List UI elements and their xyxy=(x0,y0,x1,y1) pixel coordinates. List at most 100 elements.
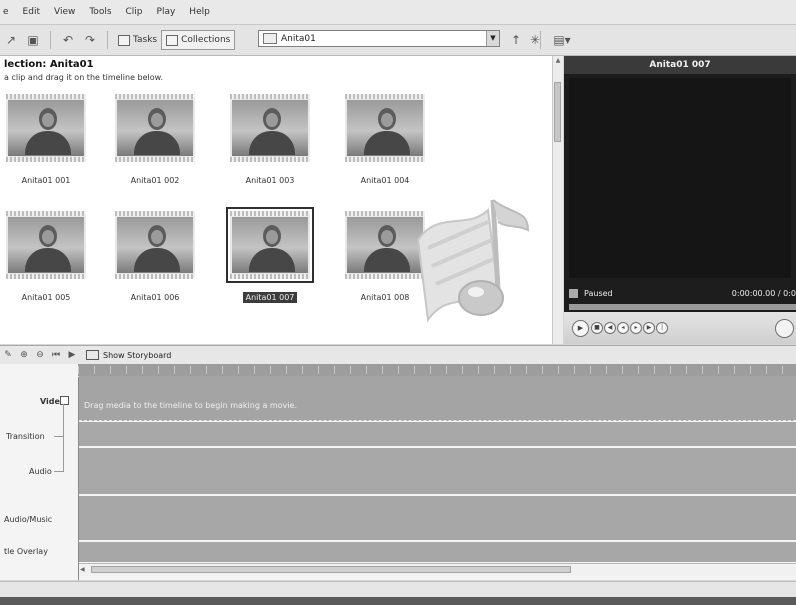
video-preview-screen[interactable] xyxy=(569,78,791,278)
timeline-scrollbar[interactable]: ◀ xyxy=(79,563,796,576)
track-label-audio: Audio xyxy=(29,467,52,476)
previous-frame-icon[interactable]: ◀ xyxy=(604,322,616,334)
collection-scrollbar[interactable]: ▲ xyxy=(552,56,563,344)
monitor-title: Anita01 007 xyxy=(564,56,796,74)
scroll-thumb[interactable] xyxy=(554,82,561,142)
playback-status: Paused xyxy=(584,288,613,298)
collection-dropdown-value: Anita01 xyxy=(281,33,316,44)
collections-label: Collections xyxy=(181,35,231,45)
person-face-shape xyxy=(151,113,163,127)
seek-bar[interactable] xyxy=(569,304,796,310)
audio-track[interactable] xyxy=(79,448,796,494)
track-label-audio-music: Audio/Music xyxy=(4,515,53,524)
title-overlay-track[interactable] xyxy=(79,542,796,562)
filmstrip-frame xyxy=(6,211,86,279)
rewind-icon[interactable]: ◂ xyxy=(617,322,629,334)
clip-preview-image xyxy=(117,217,193,273)
play-icon[interactable]: ▶ xyxy=(572,319,589,337)
scroll-up-icon[interactable]: ▲ xyxy=(553,56,563,66)
menu-help[interactable]: Help xyxy=(182,7,217,17)
clip-label-text: Anita01 003 xyxy=(245,176,295,185)
fullscreen-icon[interactable] xyxy=(775,319,794,338)
views-menu-icon[interactable]: ▤▾ xyxy=(552,32,572,48)
collection-dropdown[interactable]: Anita01 ▼ xyxy=(258,30,500,47)
track-tree-tick xyxy=(54,471,64,472)
clip-thumbnail[interactable]: Anita01 001 xyxy=(6,94,86,185)
music-filmstrip-icon xyxy=(416,199,530,323)
redo-icon[interactable]: ↷ xyxy=(82,32,98,48)
person-body-shape xyxy=(25,248,71,272)
collection-pane: lection: Anita01 a clip and drag it on t… xyxy=(0,56,563,344)
collapse-video-track-icon[interactable] xyxy=(60,396,69,405)
scroll-left-icon[interactable]: ◀ xyxy=(80,564,85,576)
person-face-shape xyxy=(42,113,54,127)
toolbar-divider xyxy=(107,31,108,49)
clip-label-text: Anita01 007 xyxy=(242,292,298,303)
open-project-icon[interactable]: ↗ xyxy=(3,32,19,48)
video-track-hint: Drag media to the timeline to begin maki… xyxy=(84,401,298,410)
person-body-shape xyxy=(134,248,180,272)
clip-preview-image xyxy=(8,217,84,273)
clip-thumbnail[interactable]: Anita01 002 xyxy=(115,94,195,185)
menu-clip[interactable]: Clip xyxy=(119,7,150,17)
zoom-in-icon[interactable]: ⊕ xyxy=(19,350,29,360)
next-frame-icon[interactable]: ▶ xyxy=(643,322,655,334)
preview-monitor: Anita01 007 Paused 0:00:00.00 / 0:0 ▶ ■ … xyxy=(564,56,796,344)
clip-thumbnail[interactable]: Anita01 006 xyxy=(115,211,195,302)
clip-label: Anita01 007 xyxy=(230,292,310,303)
undo-icon[interactable]: ↶ xyxy=(60,32,76,48)
menu-file[interactable]: e xyxy=(0,7,16,17)
taskbar xyxy=(0,597,796,605)
narrate-icon[interactable]: ✎ xyxy=(3,350,13,360)
filmstrip-frame xyxy=(115,94,195,162)
tasks-button[interactable]: Tasks xyxy=(114,31,161,49)
main-toolbar: ↗ ▣ ↶ ↷ Tasks Collections Anita01 ▼ ↑ ✳ … xyxy=(0,25,796,56)
clip-label: Anita01 006 xyxy=(115,293,195,302)
timeline-scroll-thumb[interactable] xyxy=(91,566,571,573)
clip-label-text: Anita01 006 xyxy=(130,293,180,302)
clip-thumbnail[interactable]: Anita01 007 xyxy=(226,207,314,303)
menu-play[interactable]: Play xyxy=(150,7,183,17)
play-timeline-icon[interactable]: ▶ xyxy=(67,350,77,360)
audio-music-track[interactable] xyxy=(79,496,796,540)
person-body-shape xyxy=(249,131,295,155)
collection-folder-icon xyxy=(263,33,277,44)
filmstrip-frame xyxy=(226,207,314,283)
clip-thumbnail[interactable]: Anita01 005 xyxy=(6,211,86,302)
transition-track[interactable] xyxy=(79,422,796,446)
person-body-shape xyxy=(134,131,180,155)
up-folder-icon[interactable]: ↑ xyxy=(508,32,524,48)
fast-forward-icon[interactable]: ▸ xyxy=(630,322,642,334)
rewind-timeline-icon[interactable]: ⏮ xyxy=(51,350,61,360)
track-label-transition: Transition xyxy=(6,432,45,441)
clip-label: Anita01 005 xyxy=(6,293,86,302)
collection-heading: lection: Anita01 xyxy=(4,59,94,70)
clip-label-text: Anita01 001 xyxy=(21,176,71,185)
clip-label: Anita01 002 xyxy=(115,176,195,185)
menu-tools[interactable]: Tools xyxy=(82,7,118,17)
playback-controls: ▶ ■ ◀ ◂ ▸ ▶ │ xyxy=(564,312,796,344)
person-body-shape xyxy=(249,248,295,272)
save-project-icon[interactable]: ▣ xyxy=(25,32,41,48)
menu-bar: e Edit View Tools Clip Play Help xyxy=(0,0,796,25)
person-body-shape xyxy=(364,131,410,155)
split-clip-icon[interactable]: │ xyxy=(656,322,668,334)
status-bar xyxy=(0,581,796,598)
person-face-shape xyxy=(266,113,278,127)
zoom-out-icon[interactable]: ⊖ xyxy=(35,350,45,360)
chevron-down-icon[interactable]: ▼ xyxy=(486,31,499,46)
filmstrip-frame xyxy=(115,211,195,279)
track-tree-tick xyxy=(54,436,64,437)
stop-icon[interactable]: ■ xyxy=(591,322,603,334)
filmstrip-frame xyxy=(345,94,425,162)
person-face-shape xyxy=(151,230,163,244)
menu-view[interactable]: View xyxy=(47,7,82,17)
clip-preview-image xyxy=(232,100,308,156)
video-track[interactable]: Drag media to the timeline to begin maki… xyxy=(79,376,796,421)
menu-edit[interactable]: Edit xyxy=(16,7,47,17)
collections-button[interactable]: Collections xyxy=(161,30,236,50)
person-face-shape xyxy=(381,113,393,127)
clip-thumbnail[interactable]: Anita01 003 xyxy=(230,94,310,185)
timeline: Video Transition Audio Audio/Music tle O… xyxy=(0,364,796,580)
show-storyboard-button[interactable]: Show Storyboard xyxy=(86,350,171,360)
